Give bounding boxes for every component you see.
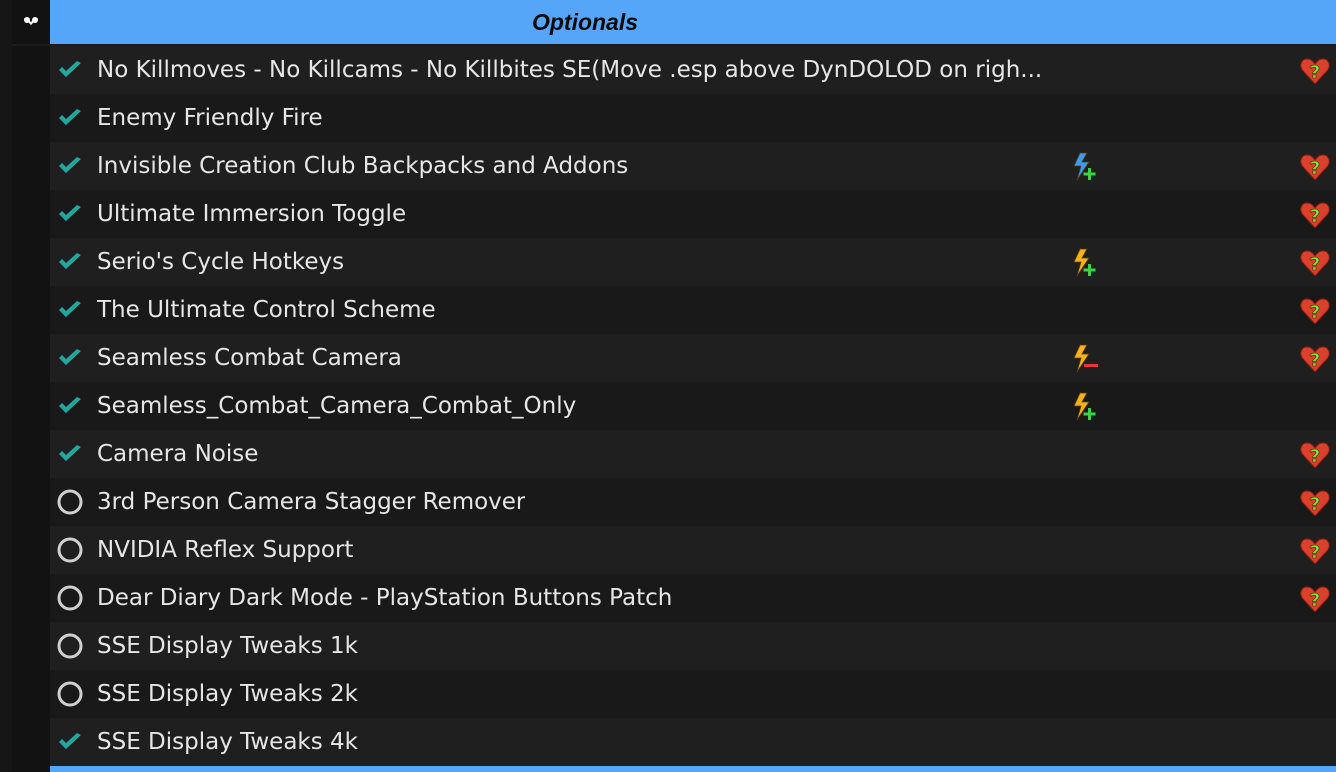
chevron-down-icon xyxy=(24,17,38,25)
lightning-plus-icon xyxy=(1070,392,1100,422)
row-gutter xyxy=(12,478,50,526)
heart-question-icon[interactable]: ? xyxy=(1299,296,1331,326)
plugin-name: Camera Noise xyxy=(97,441,259,467)
empty-circle-icon[interactable] xyxy=(56,489,84,515)
plugin-row[interactable]: Seamless Combat Camera ? xyxy=(12,334,1336,382)
lightning-plus-icon xyxy=(1070,152,1100,182)
plugin-name: NVIDIA Reflex Support xyxy=(97,537,354,563)
plugin-name: SSE Display Tweaks 4k xyxy=(97,729,358,755)
plugin-row[interactable]: 3rd Person Camera Stagger Remover ? xyxy=(12,478,1336,526)
plugin-name: Serio's Cycle Hotkeys xyxy=(97,249,345,275)
heart-question-icon[interactable]: ? xyxy=(1299,152,1331,182)
svg-text:?: ? xyxy=(1310,446,1320,467)
plugin-name: Invisible Creation Club Backpacks and Ad… xyxy=(97,153,629,179)
checkmark-icon[interactable] xyxy=(56,57,84,83)
heart-question-icon[interactable]: ? xyxy=(1299,440,1331,470)
row-gutter xyxy=(12,190,50,238)
heart-question-icon[interactable]: ? xyxy=(1299,56,1331,86)
collapse-toggle[interactable] xyxy=(12,0,50,44)
plugin-list: No Killmoves - No Killcams - No Killbite… xyxy=(12,46,1336,766)
plugin-row[interactable]: Serio's Cycle Hotkeys ? xyxy=(12,238,1336,286)
left-gutter xyxy=(0,0,12,772)
plugin-name: Seamless Combat Camera xyxy=(97,345,402,371)
checkmark-icon[interactable] xyxy=(56,105,84,131)
svg-text:?: ? xyxy=(1310,350,1320,371)
plugin-name: SSE Display Tweaks 2k xyxy=(97,681,358,707)
row-gutter xyxy=(12,334,50,382)
plugin-name: Enemy Friendly Fire xyxy=(97,105,323,131)
next-separator-bar[interactable] xyxy=(50,766,1336,772)
empty-circle-icon[interactable] xyxy=(56,585,84,611)
plugin-row[interactable]: No Killmoves - No Killcams - No Killbite… xyxy=(12,46,1336,94)
row-gutter xyxy=(12,142,50,190)
svg-text:?: ? xyxy=(1310,158,1320,179)
svg-text:?: ? xyxy=(1310,590,1320,611)
row-gutter xyxy=(12,238,50,286)
plugin-row[interactable]: Dear Diary Dark Mode - PlayStation Butto… xyxy=(12,574,1336,622)
plugin-name: The Ultimate Control Scheme xyxy=(97,297,436,323)
plugin-row[interactable]: Invisible Creation Club Backpacks and Ad… xyxy=(12,142,1336,190)
checkmark-icon[interactable] xyxy=(56,345,84,371)
heart-question-icon[interactable]: ? xyxy=(1299,344,1331,374)
lightning-plus-icon xyxy=(1070,248,1100,278)
heart-question-icon[interactable]: ? xyxy=(1299,248,1331,278)
plugin-row[interactable]: Enemy Friendly Fire xyxy=(12,94,1336,142)
row-gutter xyxy=(12,718,50,766)
plugin-row[interactable]: Camera Noise ? xyxy=(12,430,1336,478)
svg-text:?: ? xyxy=(1310,494,1320,515)
checkmark-icon[interactable] xyxy=(56,393,84,419)
checkmark-icon[interactable] xyxy=(56,153,84,179)
row-gutter xyxy=(12,382,50,430)
plugin-row[interactable]: SSE Display Tweaks 2k xyxy=(12,670,1336,718)
svg-text:?: ? xyxy=(1310,254,1320,275)
heart-question-icon[interactable]: ? xyxy=(1299,488,1331,518)
separator-bar[interactable]: Optionals xyxy=(50,0,1336,44)
row-gutter xyxy=(12,526,50,574)
row-gutter xyxy=(12,94,50,142)
checkmark-icon[interactable] xyxy=(56,729,84,755)
checkmark-icon[interactable] xyxy=(56,297,84,323)
checkmark-icon[interactable] xyxy=(56,441,84,467)
row-gutter xyxy=(12,286,50,334)
plugin-row[interactable]: SSE Display Tweaks 4k xyxy=(12,718,1336,766)
svg-text:?: ? xyxy=(1310,542,1320,563)
empty-circle-icon[interactable] xyxy=(56,633,84,659)
plugin-name: No Killmoves - No Killcams - No Killbite… xyxy=(97,57,1043,83)
checkmark-icon[interactable] xyxy=(56,249,84,275)
heart-question-icon[interactable]: ? xyxy=(1299,200,1331,230)
svg-text:?: ? xyxy=(1310,62,1320,83)
row-gutter xyxy=(12,574,50,622)
empty-circle-icon[interactable] xyxy=(56,681,84,707)
plugin-name: Ultimate Immersion Toggle xyxy=(97,201,407,227)
plugin-row[interactable]: NVIDIA Reflex Support ? xyxy=(12,526,1336,574)
row-gutter xyxy=(12,622,50,670)
row-gutter xyxy=(12,670,50,718)
heart-question-icon[interactable]: ? xyxy=(1299,584,1331,614)
plugin-row[interactable]: The Ultimate Control Scheme ? xyxy=(12,286,1336,334)
svg-text:?: ? xyxy=(1310,302,1320,323)
separator-title: Optionals xyxy=(531,8,639,35)
plugin-row[interactable]: Seamless_Combat_Camera_Combat_Only xyxy=(12,382,1336,430)
row-gutter xyxy=(12,430,50,478)
plugin-name: 3rd Person Camera Stagger Remover xyxy=(97,489,526,515)
heart-question-icon[interactable]: ? xyxy=(1299,536,1331,566)
checkmark-icon[interactable] xyxy=(56,201,84,227)
lightning-minus-icon xyxy=(1070,344,1100,374)
svg-text:?: ? xyxy=(1310,206,1320,227)
plugin-name: SSE Display Tweaks 1k xyxy=(97,633,358,659)
bottom-gutter xyxy=(12,766,50,772)
plugin-name: Seamless_Combat_Camera_Combat_Only xyxy=(97,393,577,419)
empty-circle-icon[interactable] xyxy=(56,537,84,563)
separator-optionals[interactable]: Optionals xyxy=(12,0,1336,44)
plugin-name: Dear Diary Dark Mode - PlayStation Butto… xyxy=(97,585,673,611)
plugin-row[interactable]: Ultimate Immersion Toggle ? xyxy=(12,190,1336,238)
row-gutter xyxy=(12,46,50,94)
plugin-row[interactable]: SSE Display Tweaks 1k xyxy=(12,622,1336,670)
